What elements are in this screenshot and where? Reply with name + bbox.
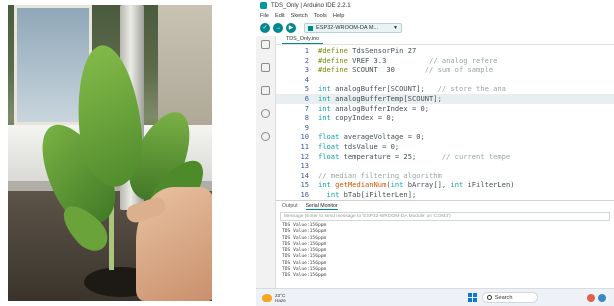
weather-condition: Haze xyxy=(275,297,286,303)
code-line[interactable]: 6 int analogBufferTemp[SCOUNT]; xyxy=(276,93,614,104)
library-icon[interactable] xyxy=(261,86,270,95)
haze-weather-icon xyxy=(262,293,272,302)
tab-serial-monitor[interactable]: Serial Monitor xyxy=(305,203,338,210)
search-icon xyxy=(486,295,492,300)
code-line[interactable]: 9 xyxy=(276,123,614,133)
code-text: float tdsValue = 0; xyxy=(318,141,400,151)
weather-widget[interactable]: 23°C Haze xyxy=(262,293,286,303)
line-number: 13 xyxy=(300,161,309,171)
code-text: int bTab[iFilterLen]; xyxy=(326,189,417,199)
code-text: int analogBufferTemp[SCOUNT]; xyxy=(318,93,442,103)
search-label: Search xyxy=(494,294,513,301)
arduino-ide-window: TDS_Only | Arduino IDE 2.2.1 File Edit S… xyxy=(256,0,614,306)
code-line[interactable]: 15 int getMedianNum(int bArray[], int iFi… xyxy=(276,180,614,190)
line-number: 8 xyxy=(304,113,309,123)
serial-output: TDS Value:156ppm TDS Value:156ppm TDS Valu… xyxy=(276,221,614,282)
code-line[interactable]: 7 int analogBufferIndex = 0; xyxy=(276,104,614,114)
line-number: 6 xyxy=(304,93,309,103)
board-name: ESP32-WROOM-DA M... xyxy=(316,25,379,31)
line-number: 12 xyxy=(300,151,309,161)
tray-app-icon[interactable] xyxy=(587,293,595,302)
windows-taskbar: 23°C Haze Search xyxy=(256,288,614,306)
code-line[interactable]: 5 int analogBuffer[SCOUNT]; // store the … xyxy=(276,84,614,94)
chevron-down-icon: ▼ xyxy=(393,25,398,31)
code-text: // median filtering algorithm xyxy=(318,170,442,180)
code-line[interactable]: 3 #define SCOUNT 30 // sum of sample xyxy=(276,65,614,75)
activity-sidebar xyxy=(256,36,276,288)
check-icon: ✓ xyxy=(262,25,268,31)
plant-photo xyxy=(8,5,212,301)
code-text: float temperature = 25; // current tempe xyxy=(318,151,511,161)
code-text: int analogBufferIndex = 0; xyxy=(318,103,430,113)
tab-output[interactable]: Output xyxy=(282,203,298,209)
ide-body: TDS_Only.ino 1 #define TdsSensorPin 27 2 #d… xyxy=(256,36,614,288)
code-text: #define SCOUNT 30 // sum of sample xyxy=(318,65,494,75)
code-line[interactable]: 4 xyxy=(276,75,614,85)
windows-start-icon[interactable] xyxy=(467,293,477,302)
system-tray xyxy=(584,293,606,302)
code-text: int copyIndex = 0; xyxy=(318,113,395,123)
debug-icon[interactable] xyxy=(261,109,270,118)
serial-message-input[interactable]: Message (Enter to send message to 'ESP32… xyxy=(280,212,610,221)
line-number: 16 xyxy=(300,189,309,199)
file-tab[interactable]: TDS_Only.ino xyxy=(282,36,324,44)
arduino-app-icon xyxy=(260,2,267,9)
code-line[interactable]: 14 // median filtering algorithm xyxy=(276,171,614,181)
bottom-panel: Output Serial Monitor Message (Enter to … xyxy=(276,200,614,288)
window-title: TDS_Only | Arduino IDE 2.2.1 xyxy=(271,2,351,9)
title-bar: TDS_Only | Arduino IDE 2.2.1 xyxy=(256,0,614,11)
tray-app-icon[interactable] xyxy=(598,293,606,302)
line-number: 15 xyxy=(300,180,309,190)
menu-help[interactable]: Help xyxy=(333,13,345,19)
toolbar: ✓ → ▶ ESP32-WROOM-DA M... ▼ xyxy=(256,20,614,36)
code-line[interactable]: 11 float tdsValue = 0; xyxy=(276,142,614,152)
board-manager-icon[interactable] xyxy=(261,63,270,72)
code-text: int analogBuffer[SCOUNT]; // store the a… xyxy=(318,84,506,94)
panel-tabs: Output Serial Monitor xyxy=(276,201,614,211)
code-text: #define VREF 3.3 // analog refere xyxy=(318,55,498,65)
folder-icon[interactable] xyxy=(261,40,270,49)
editor-area: TDS_Only.ino 1 #define TdsSensorPin 27 2 #d… xyxy=(276,36,614,288)
board-selector[interactable]: ESP32-WROOM-DA M... ▼ xyxy=(304,23,402,33)
code-text: float averageVoltage = 0; xyxy=(318,132,425,142)
code-line[interactable]: 12 float temperature = 25; // current tem… xyxy=(276,152,614,162)
line-number: 14 xyxy=(300,170,309,180)
search-icon[interactable] xyxy=(261,132,270,141)
taskbar-search[interactable]: Search xyxy=(481,292,538,303)
code-editor[interactable]: 1 #define TdsSensorPin 27 2 #define VREF 3.… xyxy=(276,46,614,200)
line-number: 3 xyxy=(304,65,309,75)
code-line[interactable]: 8 int copyIndex = 0; xyxy=(276,113,614,123)
code-line[interactable]: 10 float averageVoltage = 0; xyxy=(276,132,614,142)
code-line[interactable]: 2 #define VREF 3.3 // analog refere xyxy=(276,56,614,66)
composite-image: TDS_Only | Arduino IDE 2.2.1 File Edit S… xyxy=(0,0,614,306)
upload-button[interactable]: → xyxy=(273,23,283,33)
verify-button[interactable]: ✓ xyxy=(260,23,270,33)
line-number: 1 xyxy=(304,46,309,55)
line-number: 9 xyxy=(304,122,309,132)
menu-bar: File Edit Sketch Tools Help xyxy=(256,11,614,20)
menu-sketch[interactable]: Sketch xyxy=(291,13,308,19)
line-number: 2 xyxy=(304,55,309,65)
code-text: #define TdsSensorPin 27 xyxy=(318,46,417,55)
line-number: 11 xyxy=(300,141,309,151)
serial-output-line: TDS Value:156ppm xyxy=(282,273,327,279)
code-line[interactable]: 16 int bTab[iFilterLen]; xyxy=(276,190,614,200)
usb-icon xyxy=(308,25,313,31)
line-number: 4 xyxy=(304,74,309,84)
code-text: int getMedianNum(int bArray[], int iFilt… xyxy=(318,180,515,190)
line-number: 7 xyxy=(304,103,309,113)
code-line[interactable]: 13 xyxy=(276,161,614,171)
code-line[interactable]: 1 #define TdsSensorPin 27 xyxy=(276,46,614,56)
line-number: 10 xyxy=(300,132,309,142)
debug-icon: ▶ xyxy=(288,25,294,31)
menu-tools[interactable]: Tools xyxy=(314,13,327,19)
menu-edit[interactable]: Edit xyxy=(275,13,285,19)
arrow-right-icon: → xyxy=(275,25,281,31)
menu-file[interactable]: File xyxy=(260,13,269,19)
file-tab-bar: TDS_Only.ino xyxy=(276,36,614,45)
debug-button[interactable]: ▶ xyxy=(286,23,296,33)
line-number: 5 xyxy=(304,84,309,94)
